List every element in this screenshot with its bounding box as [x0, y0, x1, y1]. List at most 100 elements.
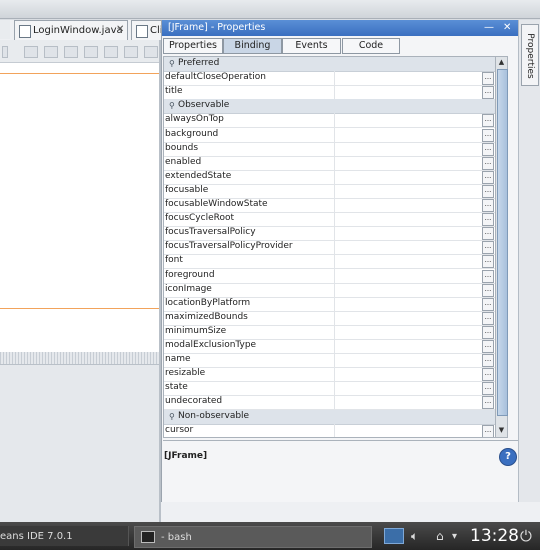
property-editor-button[interactable]: ...	[482, 199, 494, 212]
property-editor-button[interactable]: ...	[482, 270, 494, 283]
align-left-icon[interactable]	[24, 46, 38, 58]
property-row[interactable]: background...	[164, 128, 495, 143]
clock[interactable]: 13:28	[470, 526, 519, 546]
tab-loginwindow[interactable]: LoginWindow.java ✕	[14, 20, 128, 40]
property-row[interactable]: name...	[164, 353, 495, 368]
property-scrollbar[interactable]: ▲ ▼	[495, 56, 508, 438]
category-row[interactable]: ⚲ Non-observable	[164, 410, 495, 425]
tab-scroll-left[interactable]	[0, 20, 10, 39]
property-editor-button[interactable]: ...	[482, 213, 494, 226]
column-divider	[334, 269, 335, 283]
property-editor-button[interactable]: ...	[482, 382, 494, 395]
tab-properties[interactable]: Properties	[163, 38, 223, 54]
panel-drag-handle[interactable]	[0, 352, 160, 365]
property-row[interactable]: focusable...	[164, 184, 495, 199]
column-divider	[334, 283, 335, 297]
property-name: focusTraversalPolicyProvider	[165, 241, 293, 251]
tab-events[interactable]: Events	[282, 38, 341, 54]
resize-icon[interactable]	[144, 46, 158, 58]
minimize-icon[interactable]: —	[484, 22, 494, 33]
help-icon[interactable]: ?	[499, 448, 517, 466]
description-text: [JFrame]	[164, 451, 208, 461]
tab-code[interactable]: Code	[342, 38, 400, 54]
task-bash[interactable]: - bash	[134, 526, 372, 548]
property-row[interactable]: defaultCloseOperation...	[164, 71, 495, 86]
property-editor-button[interactable]: ...	[482, 396, 494, 409]
toolbar-icon[interactable]	[2, 46, 8, 58]
network-icon[interactable]: ⌂	[436, 529, 444, 543]
column-divider	[334, 170, 335, 184]
property-row[interactable]: focusCycleRoot...	[164, 212, 495, 227]
property-row[interactable]: resizable...	[164, 367, 495, 382]
property-row[interactable]: title...	[164, 85, 495, 100]
property-editor-button[interactable]: ...	[482, 298, 494, 311]
property-editor-button[interactable]: ...	[482, 143, 494, 156]
task-netbeans[interactable]: eans IDE 7.0.1	[0, 526, 129, 546]
tab-second-file[interactable]: Cli	[131, 20, 163, 40]
category-label: Preferred	[178, 58, 220, 68]
java-file-icon	[19, 25, 31, 38]
scroll-thumb[interactable]	[497, 69, 508, 416]
design-canvas[interactable]	[0, 63, 160, 357]
property-row[interactable]: foreground...	[164, 269, 495, 284]
property-row[interactable]: state...	[164, 381, 495, 396]
property-row[interactable]: iconImage...	[164, 283, 495, 298]
property-row[interactable]: alwaysOnTop...	[164, 113, 495, 128]
align-top-icon[interactable]	[84, 46, 98, 58]
property-editor-button[interactable]: ...	[482, 185, 494, 198]
side-tab-properties[interactable]: Properties	[521, 24, 539, 86]
category-row[interactable]: ⚲ Preferred	[164, 57, 495, 72]
category-row[interactable]: ⚲ Observable	[164, 99, 495, 114]
scroll-down-icon[interactable]: ▼	[496, 425, 507, 436]
property-row[interactable]: enabled...	[164, 156, 495, 171]
property-editor-button[interactable]: ...	[482, 114, 494, 127]
close-icon[interactable]: ✕	[116, 24, 124, 35]
property-row[interactable]: modalExclusionType...	[164, 339, 495, 354]
align-middle-icon[interactable]	[124, 46, 138, 58]
property-row[interactable]: locationByPlatform...	[164, 297, 495, 312]
align-right-icon[interactable]	[44, 46, 58, 58]
column-divider	[334, 381, 335, 395]
property-editor-button[interactable]: ...	[482, 171, 494, 184]
property-editor-button[interactable]: ...	[482, 284, 494, 297]
column-divider	[334, 395, 335, 409]
close-icon[interactable]: ✕	[503, 22, 511, 33]
property-row[interactable]: minimumSize...	[164, 325, 495, 340]
property-row[interactable]: focusTraversalPolicyProvider...	[164, 240, 495, 255]
property-editor-button[interactable]: ...	[482, 129, 494, 142]
align-center-icon[interactable]	[64, 46, 78, 58]
property-editor-button[interactable]: ...	[482, 326, 494, 339]
property-editor-button[interactable]: ...	[482, 425, 494, 437]
property-editor-button[interactable]: ...	[482, 72, 494, 85]
form-bottom-border	[0, 308, 160, 309]
property-editor-button[interactable]: ...	[482, 368, 494, 381]
property-editor-button[interactable]: ...	[482, 157, 494, 170]
property-editor-button[interactable]: ...	[482, 227, 494, 240]
expand-tray-icon[interactable]: ▾	[452, 531, 457, 542]
property-editor-button[interactable]: ...	[482, 255, 494, 268]
volume-icon[interactable]: 🔈︎	[411, 529, 418, 544]
property-editor-button[interactable]: ...	[482, 241, 494, 254]
scroll-up-icon[interactable]: ▲	[496, 57, 507, 68]
property-row[interactable]: extendedState...	[164, 170, 495, 185]
property-editor-button[interactable]: ...	[482, 354, 494, 367]
pin-icon: ⚲	[169, 59, 175, 68]
property-row[interactable]: font...	[164, 254, 495, 269]
property-row[interactable]: focusableWindowState...	[164, 198, 495, 213]
tab-binding[interactable]: Binding	[223, 38, 282, 54]
property-row[interactable]: focusTraversalPolicy...	[164, 226, 495, 241]
property-row[interactable]: undecorated...	[164, 395, 495, 410]
taskbar: eans IDE 7.0.1 - bash 🔈︎ ⌂ ▾ 13:28 ⏻	[0, 522, 540, 550]
keyboard-indicator-icon[interactable]	[384, 528, 404, 544]
property-row[interactable]: maximizedBounds...	[164, 311, 495, 326]
column-divider	[334, 113, 335, 127]
property-row[interactable]: bounds...	[164, 142, 495, 157]
property-editor-button[interactable]: ...	[482, 312, 494, 325]
property-editor-button[interactable]: ...	[482, 86, 494, 99]
properties-titlebar: [JFrame] - Properties — ✕	[162, 20, 519, 36]
power-icon[interactable]: ⏻	[520, 527, 532, 545]
property-name: focusCycleRoot	[165, 213, 235, 223]
align-bottom-icon[interactable]	[104, 46, 118, 58]
property-editor-button[interactable]: ...	[482, 340, 494, 353]
property-row[interactable]: cursor...	[164, 424, 495, 437]
